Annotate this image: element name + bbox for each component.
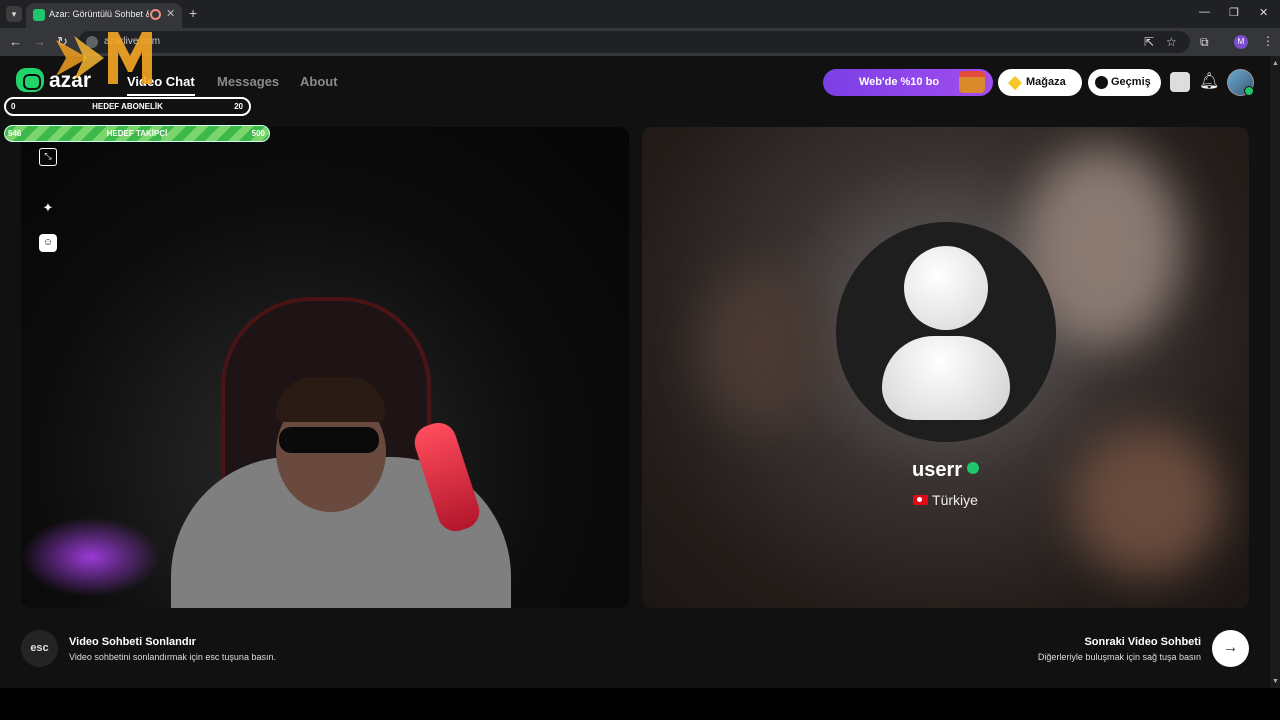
nav-messages[interactable]: Messages [217, 74, 279, 89]
partner-username-row: userr [642, 459, 1249, 482]
bg-blur [702, 267, 822, 427]
turkey-flag-icon [913, 495, 929, 505]
bookmark-star-icon[interactable]: ☆ [1166, 35, 1177, 49]
sunglasses [279, 427, 379, 453]
next-chat-hint: Diğerleriyle buluşmak için sağ tuşa bası… [1037, 652, 1201, 662]
back-icon[interactable]: ← [9, 34, 22, 49]
minimize-video-icon[interactable]: ⤡ [39, 148, 57, 166]
close-tab-icon[interactable]: ✕ [166, 7, 175, 20]
end-chat-button[interactable]: esc [21, 630, 58, 667]
follower-goal-bar: 546 HEDEF TAKİPÇİ 500 [4, 125, 270, 142]
verified-badge-icon [967, 462, 980, 474]
subscriber-goal-target: 20 [234, 102, 243, 111]
browser-tab-bar: ▾ Azar: Görüntülü Sohbet & V ✕ + — ❐ ✕ [0, 0, 1280, 28]
scroll-down-icon[interactable]: ▼ [1272, 678, 1279, 685]
browser-profile-avatar[interactable]: M [1234, 35, 1248, 49]
browser-toolbar: ← → ↻ azarlive.com ⇱ ☆ ⧉ M ⋮ [0, 28, 1280, 56]
partner-country-row: Türkiye [642, 492, 1249, 508]
store-label: Mağaza [1026, 76, 1066, 88]
avatar-status-badge [1244, 86, 1254, 96]
forward-icon[interactable]: → [33, 34, 46, 49]
azar-favicon-icon [33, 9, 45, 21]
history-label: Geçmiş [1111, 76, 1151, 88]
end-chat-hint: Video sohbetini sonlandırmak için esc tu… [69, 652, 276, 662]
minimize-icon[interactable]: — [1199, 6, 1210, 18]
new-tab-icon[interactable]: + [189, 5, 197, 21]
promo-label: Web'de %10 bo [859, 76, 940, 88]
default-avatar-head [904, 246, 988, 330]
purple-light [21, 517, 161, 597]
default-avatar-body [882, 336, 1010, 420]
close-window-icon[interactable]: ✕ [1259, 6, 1268, 19]
nav-about[interactable]: About [300, 74, 338, 89]
next-chat-arrow-button[interactable]: → [1212, 630, 1249, 667]
follower-goal-target: 500 [251, 129, 265, 138]
scroll-up-icon[interactable]: ▲ [1272, 60, 1279, 67]
store-button[interactable]: Mağaza [998, 69, 1082, 96]
tab-title: Azar: Görüntülü Sohbet & V [49, 9, 149, 19]
follower-goal-label: HEDEF TAKİPÇİ [106, 129, 168, 138]
magic-wand-icon[interactable]: ✦ [39, 199, 57, 217]
restore-icon[interactable]: ❐ [1229, 6, 1239, 19]
subscriber-goal-bar: 0 HEDEF ABONELİK 20 [4, 97, 251, 116]
clock-icon [1095, 76, 1108, 89]
treasure-chest-icon [959, 71, 985, 93]
tab-search-icon[interactable]: ▾ [6, 6, 22, 22]
next-chat-title: Sonraki Video Sohbeti [1084, 636, 1201, 648]
address-bar[interactable]: azarlive.com [78, 31, 1190, 53]
self-video-feed: ⤡ ✦ ☺ [21, 127, 629, 608]
web-discount-promo-button[interactable]: Web'de %10 bo [823, 69, 993, 96]
gem-icon [1007, 75, 1023, 91]
extensions-icon[interactable]: ⧉ [1200, 35, 1209, 50]
partner-username[interactable]: userr [912, 459, 962, 481]
install-app-icon[interactable]: ⇱ [1144, 35, 1154, 49]
partner-profile-circle [836, 222, 1056, 442]
partner-country: Türkiye [932, 492, 978, 508]
page-scrollbar[interactable] [1270, 56, 1280, 688]
partner-video-feed: userr Türkiye [642, 127, 1249, 608]
face-filter-icon[interactable]: ☺ [39, 234, 57, 252]
subscriber-goal-label: HEDEF ABONELİK [92, 102, 163, 111]
bottom-black-bar [0, 688, 1280, 720]
recording-icon [150, 9, 161, 20]
nav-active-underline [127, 94, 195, 96]
streamer-logo-watermark [56, 32, 152, 84]
browser-menu-icon[interactable]: ⋮ [1262, 34, 1274, 48]
inbox-icon[interactable] [1170, 72, 1190, 92]
azar-app: azar Video Chat Messages About Web'de %1… [0, 56, 1270, 688]
history-button[interactable]: Geçmiş [1088, 69, 1161, 96]
azar-logo-icon[interactable] [16, 68, 44, 92]
end-chat-title: Video Sohbeti Sonlandır [69, 636, 196, 648]
bell-icon[interactable]: 🔔︎ [1199, 71, 1219, 91]
person-hair [276, 377, 386, 422]
